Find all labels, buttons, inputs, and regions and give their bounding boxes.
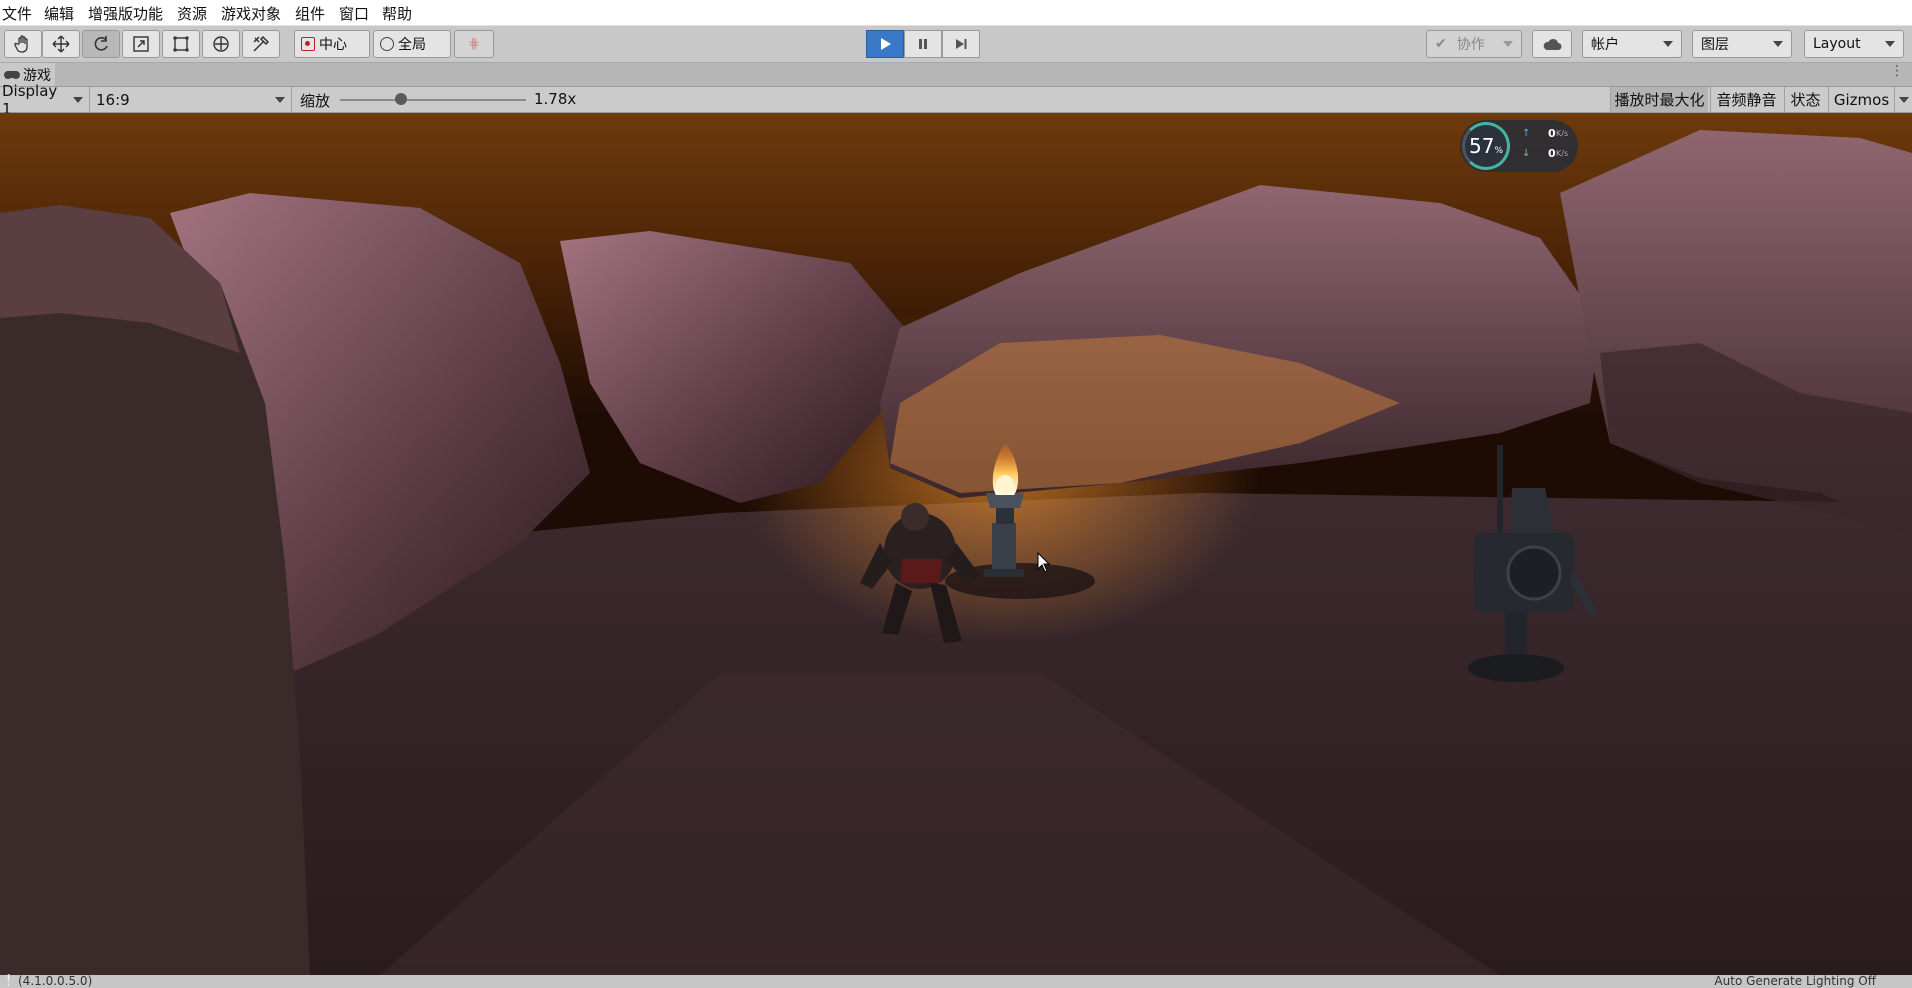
upload-arrow-icon: ↑ bbox=[1522, 128, 1531, 139]
game-scene bbox=[0, 113, 1912, 975]
scale-label: 缩放 bbox=[300, 92, 331, 110]
chevron-down-icon bbox=[1885, 41, 1895, 47]
aspect-dropdown[interactable]: 16:9 bbox=[94, 87, 292, 112]
menu-window[interactable]: 窗口 bbox=[339, 3, 369, 24]
hand-tool-button[interactable] bbox=[4, 30, 42, 58]
menu-edit[interactable]: 编辑 bbox=[44, 3, 74, 24]
step-button[interactable] bbox=[942, 30, 980, 58]
layers-label: 图层 bbox=[1701, 37, 1729, 53]
cloud-icon bbox=[1543, 38, 1562, 50]
aspect-label: 16:9 bbox=[96, 90, 130, 109]
chevron-down-icon bbox=[1663, 41, 1673, 47]
maximize-on-play-toggle[interactable]: 播放时最大化 bbox=[1610, 87, 1708, 112]
menu-gameobject[interactable]: 游戏对象 bbox=[221, 3, 281, 24]
chevron-down-icon bbox=[1898, 96, 1909, 103]
upload-unit: K/s bbox=[1556, 129, 1569, 138]
space-label: 全局 bbox=[398, 37, 426, 53]
cpu-gauge: 57 % bbox=[1462, 122, 1510, 170]
layers-dropdown[interactable]: 图层 bbox=[1692, 30, 1792, 58]
upload-value: 0 bbox=[1548, 127, 1556, 140]
scale-slider-thumb[interactable] bbox=[395, 93, 408, 105]
snap-grid-icon: ⋕ bbox=[468, 36, 480, 52]
rect-tool-icon bbox=[173, 36, 189, 52]
scale-slider-track[interactable] bbox=[340, 99, 526, 101]
menu-assets[interactable]: 资源 bbox=[177, 3, 207, 24]
hand-tool-icon bbox=[14, 35, 28, 53]
scale-tool-icon bbox=[133, 36, 149, 52]
gizmos-toggle[interactable]: Gizmos bbox=[1828, 87, 1894, 112]
collab-dropdown[interactable]: ✔ 协作 bbox=[1426, 30, 1522, 58]
playback-controls bbox=[866, 30, 980, 58]
download-value: 0 bbox=[1548, 147, 1556, 160]
move-tool-button[interactable] bbox=[42, 30, 80, 58]
menu-file[interactable]: 文件 bbox=[2, 3, 32, 24]
more-options-icon[interactable]: ⋮ bbox=[1890, 63, 1904, 79]
collab-label: 协作 bbox=[1456, 37, 1485, 53]
rect-tool-button[interactable] bbox=[162, 30, 200, 58]
play-button[interactable] bbox=[866, 30, 904, 58]
gamepad-icon bbox=[4, 70, 20, 79]
info-icon: ❕ bbox=[2, 974, 16, 987]
download-unit: K/s bbox=[1556, 149, 1569, 158]
status-left-text: (4.1.0.0.5.0) bbox=[18, 974, 93, 988]
menu-bar: 文件 编辑 增强版功能 资源 游戏对象 组件 窗口 帮助 bbox=[0, 0, 1912, 26]
rotate-tool-button[interactable] bbox=[82, 30, 120, 58]
performance-overlay[interactable]: 57 % ↑ 0 K/s ↓ 0 K/s bbox=[1460, 120, 1578, 172]
globe-icon bbox=[380, 37, 394, 51]
cloud-button[interactable] bbox=[1532, 30, 1572, 58]
percent-value: 57 bbox=[1468, 134, 1495, 158]
pivot-icon bbox=[301, 37, 315, 51]
gizmos-label: Gizmos bbox=[1833, 90, 1890, 109]
pause-button[interactable] bbox=[904, 30, 942, 58]
game-viewport[interactable]: 57 % ↑ 0 K/s ↓ 0 K/s bbox=[0, 113, 1912, 975]
stats-toggle[interactable]: 状态 bbox=[1784, 87, 1826, 112]
transform-tool-button[interactable] bbox=[202, 30, 240, 58]
step-icon bbox=[956, 39, 967, 49]
account-label: 帐户 bbox=[1591, 37, 1619, 53]
snap-settings-button[interactable]: ⋕ bbox=[454, 30, 494, 58]
layout-label: Layout bbox=[1813, 36, 1861, 52]
chevron-down-icon bbox=[275, 96, 285, 103]
auto-lighting-status[interactable]: Auto Generate Lighting Off bbox=[1714, 974, 1876, 988]
scale-tool-button[interactable] bbox=[122, 30, 160, 58]
play-icon bbox=[881, 38, 891, 50]
stats-label: 状态 bbox=[1790, 91, 1821, 109]
rotate-tool-icon bbox=[94, 36, 108, 51]
custom-tool-button[interactable] bbox=[242, 30, 280, 58]
status-bar: ❕ (4.1.0.0.5.0) Auto Generate Lighting O… bbox=[0, 974, 1912, 988]
display-dropdown[interactable]: Display 1 bbox=[0, 82, 90, 118]
game-view-toolbar: Display 1 16:9 缩放 1.78x 播放时最大化 音频静音 状态 G… bbox=[0, 82, 1912, 118]
download-arrow-icon: ↓ bbox=[1522, 148, 1531, 159]
chevron-down-icon bbox=[73, 96, 83, 103]
move-tool-icon bbox=[52, 35, 70, 53]
scale-value: 1.78x bbox=[534, 90, 577, 108]
space-global-button[interactable]: 全局 bbox=[373, 30, 451, 58]
account-dropdown[interactable]: 帐户 bbox=[1582, 30, 1682, 58]
gizmos-dropdown[interactable] bbox=[1894, 87, 1912, 112]
chevron-down-icon bbox=[1502, 41, 1513, 47]
menu-enhanced[interactable]: 增强版功能 bbox=[88, 3, 163, 24]
pause-icon bbox=[919, 39, 927, 49]
menu-help[interactable]: 帮助 bbox=[382, 3, 412, 24]
check-icon: ✔ bbox=[1435, 36, 1447, 52]
custom-tool-icon bbox=[253, 35, 270, 52]
pivot-label: 中心 bbox=[319, 37, 347, 53]
mute-audio-toggle[interactable]: 音频静音 bbox=[1710, 87, 1782, 112]
mute-audio-label: 音频静音 bbox=[1716, 91, 1777, 109]
layout-dropdown[interactable]: Layout bbox=[1804, 30, 1904, 58]
maximize-on-play-label: 播放时最大化 bbox=[1614, 91, 1705, 109]
pivot-center-button[interactable]: 中心 bbox=[294, 30, 370, 58]
percent-unit: % bbox=[1494, 146, 1503, 156]
main-toolbar: 中心 全局 ⋕ ✔ 协作 帐户 图层 Layout bbox=[0, 26, 1912, 63]
window-tab-bar: 游戏 ⋮ bbox=[0, 63, 1912, 87]
chevron-down-icon bbox=[1773, 41, 1783, 47]
transform-tool-icon bbox=[213, 36, 229, 52]
menu-component[interactable]: 组件 bbox=[295, 3, 325, 24]
